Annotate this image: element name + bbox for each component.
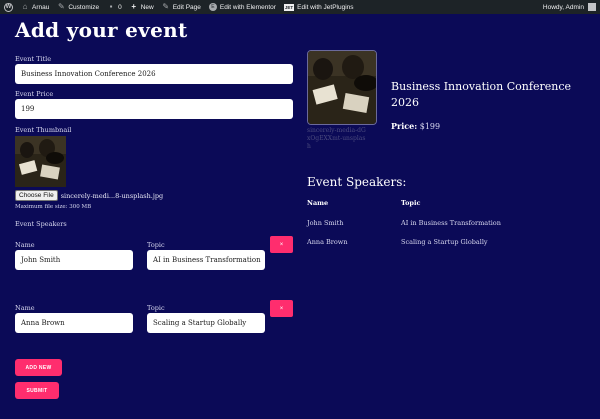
- thumbnail-preview-image: [15, 136, 66, 187]
- pencil-icon: ✎: [162, 2, 170, 11]
- file-name-text: sincerely-medi...8-unsplash.jpg: [60, 191, 164, 200]
- comments-link[interactable]: ▪ 0: [103, 0, 126, 14]
- remove-speaker-button[interactable]: ×: [270, 300, 293, 317]
- event-title-input[interactable]: Business Innovation Conference 2026: [15, 64, 293, 84]
- event-price-label: Event Price: [15, 90, 54, 98]
- customize-link[interactable]: ✎ Customize: [53, 0, 103, 14]
- home-icon: ⌂: [22, 2, 28, 11]
- customize-label: Customize: [68, 3, 100, 11]
- speaker-topic-input[interactable]: AI in Business Transformation: [147, 250, 265, 270]
- speaker-name-label: Name: [15, 304, 35, 312]
- file-upload-row: Choose File sincerely-medi...8-unsplash.…: [15, 190, 163, 201]
- new-label: New: [140, 3, 154, 11]
- speaker-name-input[interactable]: Anna Brown: [15, 313, 133, 333]
- elementor-label: Edit with Elementor: [219, 3, 276, 11]
- page-title: Add your event: [15, 18, 188, 42]
- wordpress-logo-icon: W: [4, 2, 13, 12]
- edit-elementor-link[interactable]: E Edit with Elementor: [205, 0, 280, 14]
- speaker-name-input[interactable]: John Smith: [15, 250, 133, 270]
- jet-logo-icon: JET: [283, 3, 295, 11]
- remove-speaker-button[interactable]: ×: [270, 236, 293, 253]
- image-caption: sincerely-media-dGxOgEXXmt-unsplash: [307, 127, 366, 150]
- speaker-name-label: Name: [15, 241, 35, 249]
- avatar: [588, 3, 596, 11]
- edit-page-link[interactable]: ✎ Edit Page: [158, 0, 205, 14]
- speakers-column-topic: Topic: [401, 199, 421, 207]
- wordpress-menu[interactable]: W: [0, 0, 17, 14]
- event-speakers-label: Event Speakers: [15, 220, 67, 228]
- comments-count: 0: [118, 3, 122, 11]
- preview-price: Price: $199: [391, 121, 440, 131]
- speaker-topic-label: Topic: [147, 241, 165, 249]
- preview-event-title: Business Innovation Conference 2026: [391, 80, 571, 109]
- event-speakers-heading: Event Speakers:: [307, 175, 407, 189]
- new-content-link[interactable]: + New: [126, 0, 158, 14]
- speaker-row-topic: Scaling a Startup Globally: [401, 238, 488, 246]
- site-name-label: Arnau: [32, 3, 50, 11]
- my-account[interactable]: Howdy, Admin: [543, 3, 600, 11]
- plus-icon: +: [131, 2, 137, 11]
- speaker-topic-label: Topic: [147, 304, 165, 312]
- howdy-label: Howdy, Admin: [542, 3, 584, 11]
- brush-icon: ✎: [58, 2, 65, 11]
- speaker-topic-input[interactable]: Scaling a Startup Globally: [147, 313, 265, 333]
- choose-file-button[interactable]: Choose File: [15, 190, 58, 201]
- edit-jetplugins-link[interactable]: JET Edit with JetPlugins: [280, 0, 358, 14]
- speakers-column-name: Name: [307, 199, 329, 207]
- price-label: Price:: [391, 121, 418, 131]
- event-thumbnail-label: Event Thumbnail: [15, 126, 72, 134]
- edit-page-label: Edit Page: [172, 3, 201, 11]
- event-title-label: Event Title: [15, 55, 52, 63]
- submit-button[interactable]: SUBMIT: [15, 382, 59, 399]
- max-file-size-note: Maximum file size: 300 MB: [15, 204, 92, 210]
- comment-icon: ▪: [109, 2, 113, 11]
- site-name-link[interactable]: ⌂ Arnau: [17, 0, 53, 14]
- wp-admin-bar: W ⌂ Arnau ✎ Customize ▪ 0 + New ✎ Edit Page E…: [0, 0, 600, 14]
- speaker-row-name: John Smith: [307, 219, 344, 227]
- speaker-row-topic: AI in Business Transformation: [401, 219, 501, 227]
- add-new-button[interactable]: ADD NEW: [15, 359, 62, 376]
- elementor-icon: E: [208, 3, 217, 11]
- event-price-input[interactable]: 199: [15, 99, 293, 119]
- price-value: $199: [419, 122, 441, 131]
- jetplugins-label: Edit with JetPlugins: [297, 3, 354, 11]
- event-preview-image: [307, 50, 377, 125]
- speaker-row-name: Anna Brown: [307, 238, 348, 246]
